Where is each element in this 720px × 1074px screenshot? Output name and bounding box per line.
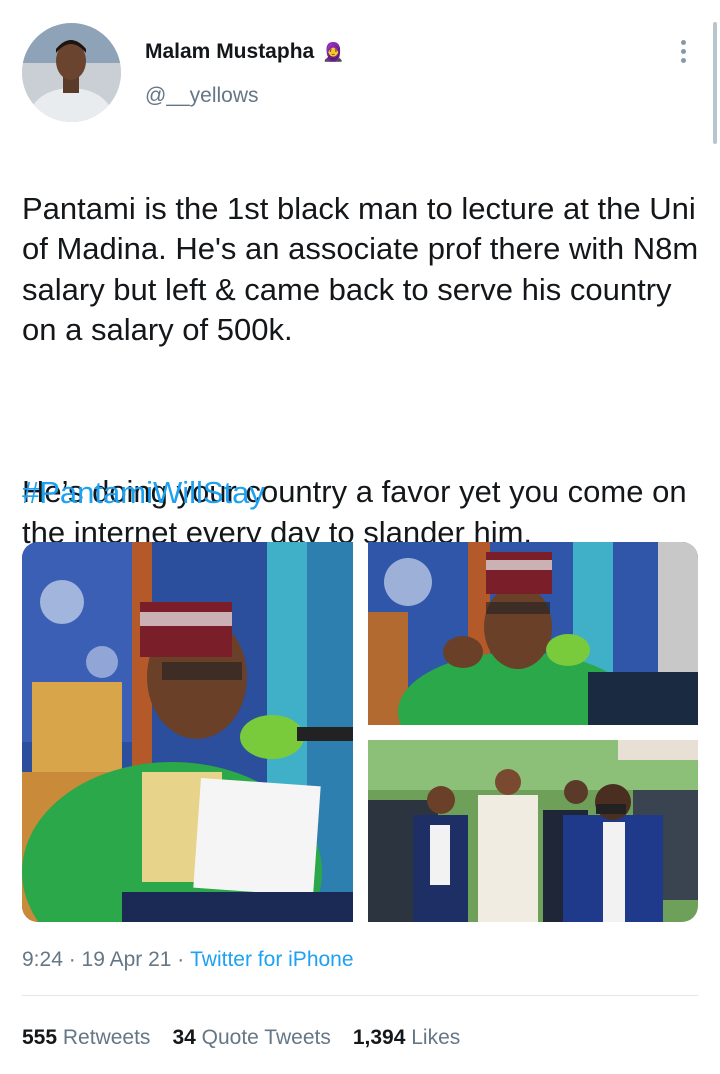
media-grid xyxy=(22,542,698,922)
tweet-time[interactable]: 9:24 xyxy=(22,948,63,972)
photo-3[interactable] xyxy=(368,740,698,922)
photo-2[interactable] xyxy=(368,542,698,725)
retweets-label: Retweets xyxy=(62,1026,151,1049)
tweet-paragraph-1: Pantami is the 1st black man to lecture … xyxy=(22,190,699,348)
author-handle[interactable]: @__yellows xyxy=(145,84,259,108)
retweets-count: 555 xyxy=(22,1026,58,1049)
author-name[interactable]: Malam Mustapha 🧕 xyxy=(145,40,345,64)
tweet-text: Pantami is the 1st black man to lecture … xyxy=(22,148,702,594)
quotes-count: 34 xyxy=(172,1026,196,1049)
hashtag-link[interactable]: #PantamiWillStay xyxy=(22,475,265,511)
tweet-meta: 9:24 · 19 Apr 21 · Twitter for iPhone xyxy=(22,948,354,972)
likes-label: Likes xyxy=(411,1026,461,1049)
quote-tweets-stat[interactable]: 34 Quote Tweets xyxy=(172,1026,330,1050)
avatar[interactable] xyxy=(22,23,121,122)
tweet-source-link[interactable]: Twitter for iPhone xyxy=(190,948,353,972)
likes-count: 1,394 xyxy=(352,1026,406,1049)
tweet-date[interactable]: 19 Apr 21 xyxy=(82,948,172,972)
engagement-stats: 555 Retweets 34 Quote Tweets 1,394 Likes xyxy=(22,1026,460,1050)
tweet-detail: Malam Mustapha 🧕 @__yellows Pantami is t… xyxy=(0,0,720,1074)
quotes-label: Quote Tweets xyxy=(201,1026,331,1049)
author-name-text[interactable]: Malam Mustapha xyxy=(145,40,314,64)
likes-stat[interactable]: 1,394 Likes xyxy=(353,1026,460,1050)
photo-1[interactable] xyxy=(22,542,353,922)
scrollbar[interactable] xyxy=(713,22,717,144)
person-emoji-icon: 🧕 xyxy=(322,42,345,62)
more-vertical-icon[interactable] xyxy=(676,40,690,66)
meta-separator: · xyxy=(62,948,82,971)
retweets-stat[interactable]: 555 Retweets xyxy=(22,1026,150,1050)
divider xyxy=(22,995,698,996)
meta-separator: · xyxy=(171,948,191,971)
